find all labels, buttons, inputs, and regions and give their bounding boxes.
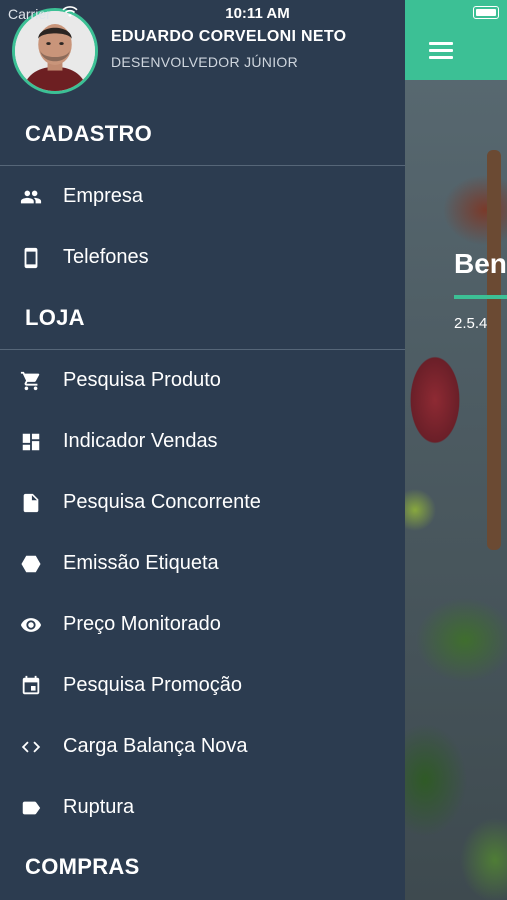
- navigation-drawer: EDUARDO CORVELONI NETO DESENVOLVEDOR JÚN…: [0, 0, 405, 900]
- menu-item-telefones[interactable]: Telefones: [0, 227, 405, 288]
- menu-item-pesquisa-concorrente[interactable]: Pesquisa Concorrente: [0, 472, 405, 533]
- calendar-icon: [20, 675, 42, 697]
- section-title-loja: LOJA: [25, 305, 85, 330]
- menu-item-label: Ruptura: [63, 796, 135, 818]
- hexagon-icon: [20, 553, 42, 575]
- user-role: DESENVOLVEDOR JÚNIOR: [111, 54, 298, 70]
- section-title-compras: COMPRAS: [25, 854, 140, 879]
- app-version: 2.5.4: [454, 315, 488, 332]
- battery-icon: [473, 6, 499, 19]
- background-app-title: Ben: [454, 248, 507, 279]
- menu-item-ruptura[interactable]: Ruptura: [0, 777, 405, 838]
- menu-item-pesquisa-produto[interactable]: Pesquisa Produto: [0, 350, 405, 411]
- background-app-header: [405, 0, 507, 80]
- menu-item-label: Telefones: [63, 246, 149, 268]
- menu-item-pesquisa-promocao[interactable]: Pesquisa Promoção: [0, 655, 405, 716]
- hamburger-menu-icon[interactable]: [429, 42, 453, 60]
- menu-item-label: Emissão Etiqueta: [63, 552, 219, 574]
- dashboard-icon: [20, 431, 42, 453]
- menu-item-label: Carga Balança Nova: [63, 735, 248, 757]
- menu-item-emissao-etiqueta[interactable]: Emissão Etiqueta: [0, 533, 405, 594]
- label-icon: [20, 797, 42, 819]
- menu-item-label: Preço Monitorado: [63, 613, 221, 635]
- phone-icon: [20, 247, 42, 269]
- people-icon: [20, 186, 42, 208]
- status-bar: Carrier 10:11 AM: [0, 0, 405, 24]
- title-underline: [454, 295, 507, 299]
- user-name: EDUARDO CORVELONI NETO: [111, 28, 347, 45]
- section-title-cadastro: CADASTRO: [25, 121, 153, 146]
- menu-item-label: Empresa: [63, 185, 144, 207]
- eye-icon: [20, 614, 42, 636]
- code-icon: [20, 736, 42, 758]
- background-app-screen[interactable]: Ben 2.5.4: [405, 0, 507, 900]
- cart-icon: [20, 370, 42, 392]
- menu-item-label: Pesquisa Promoção: [63, 674, 242, 696]
- menu-item-empresa[interactable]: Empresa: [0, 166, 405, 227]
- status-time: 10:11 AM: [225, 5, 290, 22]
- menu-item-label: Pesquisa Produto: [63, 369, 221, 391]
- background-image-decoration: [487, 150, 501, 550]
- menu-item-label: Pesquisa Concorrente: [63, 491, 261, 513]
- menu-item-indicador-vendas[interactable]: Indicador Vendas: [0, 411, 405, 472]
- menu-item-label: Indicador Vendas: [63, 430, 218, 452]
- menu-item-carga-balanca-nova[interactable]: Carga Balança Nova: [0, 716, 405, 777]
- document-icon: [20, 492, 42, 514]
- menu-item-preco-monitorado[interactable]: Preço Monitorado: [0, 594, 405, 655]
